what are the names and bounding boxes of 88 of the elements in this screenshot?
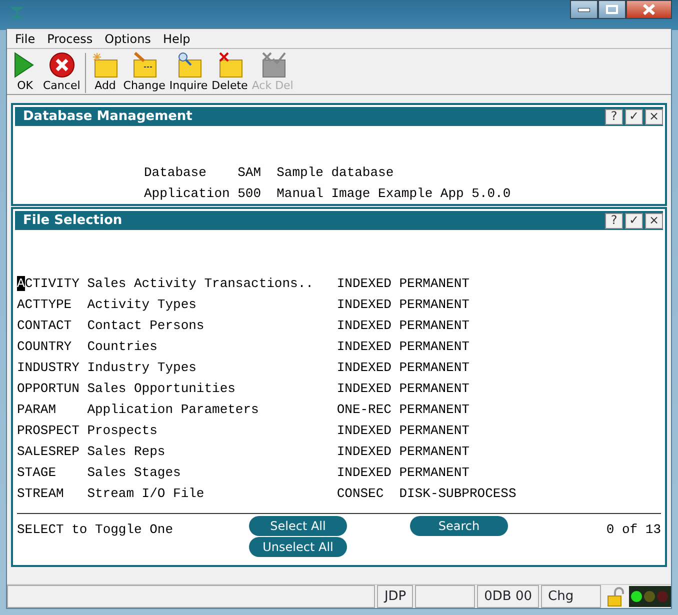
file-type: PERMANENT xyxy=(399,316,470,335)
file-type: DISK-SUBPROCESS xyxy=(399,484,516,503)
file-name[interactable]: CONTACT xyxy=(17,316,88,336)
select-all-button[interactable]: Select All xyxy=(249,516,347,536)
file-organization: INDEXED xyxy=(336,464,392,482)
menu-item[interactable]: Options xyxy=(98,30,157,48)
file-description: Stream I/O File xyxy=(87,484,206,503)
file-description: Sales Stages xyxy=(87,464,182,482)
field-value: Sample database xyxy=(276,164,394,182)
file-organization: INDEXED xyxy=(336,296,392,314)
cancel-icon xyxy=(48,51,76,79)
field-label: Application xyxy=(144,184,231,203)
file-name[interactable]: STAGE xyxy=(17,462,88,482)
minimize-button[interactable] xyxy=(570,0,598,19)
toolbar-button[interactable]: Delete xyxy=(210,51,250,92)
menu-item[interactable]: File xyxy=(9,30,42,48)
close-button[interactable] xyxy=(626,0,672,19)
file-description: Application Parameters xyxy=(87,400,260,419)
ok-button[interactable]: ✓ xyxy=(625,108,643,124)
file-organization: CONSEC xyxy=(336,484,385,503)
file-description: Prospects xyxy=(87,422,158,440)
maximize-icon xyxy=(606,5,618,14)
file-description: Sales Activity Transactions.. xyxy=(87,274,314,293)
file-name[interactable]: INDUSTRY xyxy=(17,358,88,378)
field-value: Manual Image Example App 5.0.0 xyxy=(276,184,511,203)
file-organization: INDEXED xyxy=(336,358,392,377)
lock-icon xyxy=(607,587,625,607)
file-type: PERMANENT xyxy=(399,422,470,440)
file-type: PERMANENT xyxy=(399,338,470,356)
folder-sparkle-icon xyxy=(91,51,120,79)
file-description: Industry Types xyxy=(87,358,198,377)
file-type: PERMANENT xyxy=(399,442,470,461)
file-name[interactable]: ACTTYPE xyxy=(17,294,88,314)
file-type: PERMANENT xyxy=(399,358,470,377)
file-organization: ONE-REC xyxy=(336,400,392,419)
file-description: Sales Reps xyxy=(87,442,166,461)
toolbar-button[interactable]: Inquire xyxy=(167,51,210,92)
close-icon xyxy=(642,4,656,15)
file-name[interactable]: PARAM xyxy=(17,400,88,420)
file-organization: INDEXED xyxy=(336,316,392,335)
user-field: JDP xyxy=(377,585,414,608)
close-button[interactable]: × xyxy=(645,108,663,124)
file-type: PERMANENT xyxy=(399,400,470,419)
count-text: 0 of 13 xyxy=(606,522,661,537)
file-organization: INDEXED xyxy=(336,422,392,440)
file-name[interactable]: COUNTRY xyxy=(17,336,88,356)
file-type: PERMANENT xyxy=(399,296,470,314)
help-button[interactable]: ? xyxy=(605,212,623,228)
file-organization: INDEXED xyxy=(336,338,392,356)
unselect-all-button[interactable]: Unselect All xyxy=(249,537,347,557)
traffic-light-icon xyxy=(629,586,671,607)
toolbar-button[interactable]: OK xyxy=(9,51,41,92)
toolbar-button[interactable]: Cancel xyxy=(41,51,82,92)
panel-title: File Selection xyxy=(23,212,122,230)
maximize-button[interactable] xyxy=(598,0,626,19)
search-button[interactable]: Search xyxy=(410,516,508,536)
file-name[interactable]: SALESREP xyxy=(17,442,88,462)
file-description: Sales Opportunities xyxy=(87,380,236,398)
file-organization: INDEXED xyxy=(336,274,392,293)
file-description: Activity Types xyxy=(87,296,198,314)
file-name[interactable]: ACTIVITY xyxy=(17,274,88,294)
ok-button[interactable]: ✓ xyxy=(625,212,643,228)
minimize-icon xyxy=(578,8,590,12)
mode-field: Chg xyxy=(541,585,601,608)
menu-item[interactable]: Process xyxy=(41,30,99,48)
close-button[interactable]: × xyxy=(645,212,663,228)
menu-item[interactable]: Help xyxy=(156,30,196,48)
field-code: SAM xyxy=(238,164,262,182)
toolbar-button[interactable]: Add xyxy=(89,51,122,92)
file-type: PERMANENT xyxy=(399,380,470,398)
toolbar-button[interactable]: Change xyxy=(121,51,168,92)
file-type: PERMANENT xyxy=(399,274,470,293)
code-field: 0DB 00 xyxy=(477,585,539,608)
app-icon xyxy=(8,5,26,21)
status-field xyxy=(415,585,476,608)
hint-text: SELECT to Toggle One xyxy=(17,522,174,537)
panel-title: Database Management xyxy=(23,108,192,126)
help-button[interactable]: ? xyxy=(605,108,623,124)
file-name[interactable]: OPPORTUN xyxy=(17,378,88,398)
file-name[interactable]: STREAM xyxy=(17,484,88,504)
file-organization: INDEXED xyxy=(336,442,392,461)
file-description: Countries xyxy=(87,338,158,356)
file-organization: INDEXED xyxy=(336,380,392,398)
field-label: Database xyxy=(144,164,208,182)
file-description: Contact Persons xyxy=(87,316,206,335)
field-code: 500 xyxy=(238,184,262,203)
file-name[interactable]: PROSPECT xyxy=(17,420,88,440)
file-type: PERMANENT xyxy=(399,464,470,482)
